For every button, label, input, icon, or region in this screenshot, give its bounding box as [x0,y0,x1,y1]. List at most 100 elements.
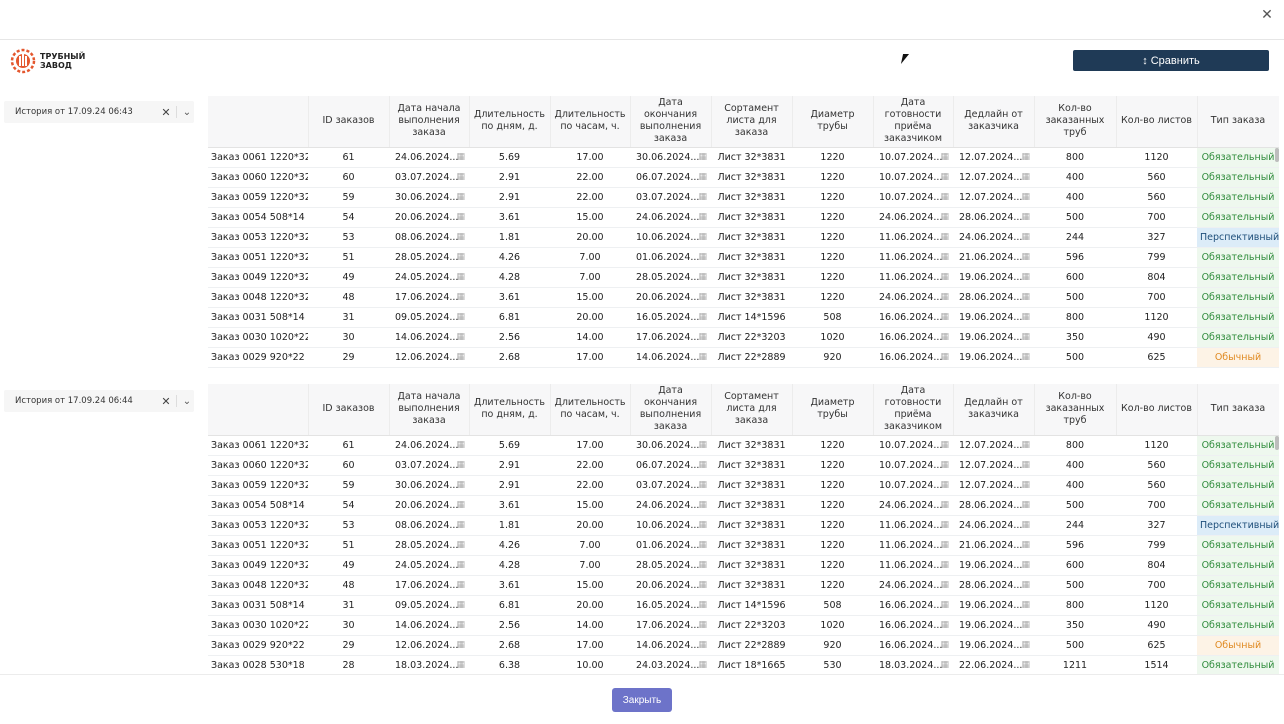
calendar-icon[interactable]: ▦ [1021,480,1030,490]
date-cell[interactable]: ▦ 14.06.2024... [389,327,469,348]
date-cell[interactable]: ▦ 24.06.2024... [873,495,953,516]
date-cell[interactable]: ▦ 12.07.2024... [953,475,1034,496]
column-header[interactable]: Дата окончания выполнения заказа [630,384,712,436]
column-header[interactable]: Дедлайн от заказчика [953,384,1035,436]
calendar-icon[interactable]: ▦ [698,172,707,182]
date-cell[interactable]: ▦ 16.05.2024... [630,307,711,328]
date-cell[interactable]: ▦ 12.06.2024... [389,635,469,656]
date-cell[interactable]: ▦ 03.07.2024... [630,475,711,496]
compare-button[interactable]: ↕ Сравнить [1073,50,1269,71]
table-row[interactable]: Заказ 0029 920*22 29 ▦ 12.06.2024... 2.68 17.… [208,347,1279,368]
date-cell[interactable]: ▦ 12.07.2024... [953,187,1034,208]
date-cell[interactable]: ▦ 10.07.2024... [873,455,953,476]
table-row[interactable]: Заказ 0031 508*14 31 ▦ 09.05.2024... 6.81 20.… [208,307,1279,328]
date-cell[interactable]: ▦ 10.07.2024... [873,475,953,496]
date-cell[interactable]: ▦ 03.07.2024... [389,167,469,188]
column-header[interactable]: Длительность по дням, д. [469,384,551,436]
calendar-icon[interactable]: ▦ [1021,540,1030,550]
table-row[interactable]: Заказ 0054 508*14 54 ▦ 20.06.2024... 3.61 15.… [208,207,1279,228]
date-cell[interactable]: ▦ 20.06.2024... [389,207,469,228]
history-select-1[interactable]: История от 17.09.24 06:43 ✕ ⌄ [4,101,194,123]
column-header[interactable]: Кол-во заказанных труб [1034,96,1117,148]
calendar-icon[interactable]: ▦ [698,520,707,530]
calendar-icon[interactable]: ▦ [698,332,707,342]
date-cell[interactable]: ▦ 03.07.2024... [389,455,469,476]
date-cell[interactable]: ▦ 11.06.2024... [873,227,953,248]
table-row[interactable]: Заказ 0053 1220*32 53 ▦ 08.06.2024... 1.81 20… [208,227,1279,248]
date-cell[interactable]: ▦ 11.06.2024... [873,535,953,556]
table-row[interactable]: Заказ 0059 1220*32 59 ▦ 30.06.2024... 2.91 22… [208,187,1279,208]
calendar-icon[interactable]: ▦ [1021,620,1030,630]
date-cell[interactable]: ▦ 17.06.2024... [630,327,711,348]
date-cell[interactable]: ▦ 24.05.2024... [389,267,469,288]
calendar-icon[interactable]: ▦ [1021,192,1030,202]
table-row[interactable]: Заказ 0054 508*14 54 ▦ 20.06.2024... 3.61 15.… [208,495,1279,516]
date-cell[interactable]: ▦ 28.05.2024... [389,247,469,268]
date-cell[interactable]: ▦ 24.05.2024... [389,555,469,576]
date-cell[interactable]: ▦ 16.06.2024... [873,635,953,656]
date-cell[interactable]: ▦ 28.06.2024... [953,207,1034,228]
calendar-icon[interactable]: ▦ [698,560,707,570]
calendar-icon[interactable]: ▦ [1021,660,1030,670]
date-cell[interactable]: ▦ 24.06.2024... [953,227,1034,248]
close-button[interactable]: Закрыть [612,688,672,712]
calendar-icon[interactable]: ▦ [698,312,707,322]
date-cell[interactable]: ▦ 20.06.2024... [630,575,711,596]
column-header[interactable]: Кол-во листов [1116,96,1198,148]
date-cell[interactable]: ▦ 20.06.2024... [630,287,711,308]
date-cell[interactable]: ▦ 28.06.2024... [953,495,1034,516]
column-header[interactable]: Тип заказа [1197,96,1279,148]
date-cell[interactable]: ▦ 30.06.2024... [389,475,469,496]
date-cell[interactable]: ▦ 16.06.2024... [873,615,953,636]
date-cell[interactable]: ▦ 10.06.2024... [630,515,711,536]
date-cell[interactable]: ▦ 10.07.2024... [873,147,953,168]
calendar-icon[interactable]: ▦ [1021,212,1030,222]
date-cell[interactable]: ▦ 11.06.2024... [873,247,953,268]
calendar-icon[interactable]: ▦ [698,500,707,510]
calendar-icon[interactable]: ▦ [698,620,707,630]
date-cell[interactable]: ▦ 16.05.2024... [630,595,711,616]
scrollbar[interactable] [1275,436,1279,450]
date-cell[interactable]: ▦ 24.06.2024... [630,495,711,516]
table-row[interactable]: Заказ 0060 1220*32 60 ▦ 03.07.2024... 2.91 22… [208,167,1279,188]
table-row[interactable]: Заказ 0049 1220*32 49 ▦ 24.05.2024... 4.28 7.… [208,267,1279,288]
date-cell[interactable]: ▦ 14.06.2024... [389,615,469,636]
history-select-2[interactable]: История от 17.09.24 06:44 ✕ ⌄ [4,390,194,412]
date-cell[interactable]: ▦ 12.07.2024... [953,455,1034,476]
column-header[interactable] [208,384,309,436]
date-cell[interactable]: ▦ 16.06.2024... [873,307,953,328]
date-cell[interactable]: ▦ 11.06.2024... [873,515,953,536]
calendar-icon[interactable]: ▦ [698,212,707,222]
calendar-icon[interactable]: ▦ [1021,600,1030,610]
column-header[interactable]: Кол-во листов [1116,384,1198,436]
date-cell[interactable]: ▦ 06.07.2024... [630,455,711,476]
date-cell[interactable]: ▦ 24.06.2024... [953,515,1034,536]
date-cell[interactable]: ▦ 20.06.2024... [389,495,469,516]
date-cell[interactable]: ▦ 10.06.2024... [630,227,711,248]
date-cell[interactable]: ▦ 10.07.2024... [873,187,953,208]
date-cell[interactable]: ▦ 09.05.2024... [389,595,469,616]
calendar-icon[interactable]: ▦ [698,292,707,302]
column-header[interactable]: Дата готовности приёма заказчиком [873,96,954,148]
table-row[interactable]: Заказ 0051 1220*32 51 ▦ 28.05.2024... 4.26 7.… [208,535,1279,556]
column-header[interactable]: ID заказов [308,96,390,148]
calendar-icon[interactable]: ▦ [698,580,707,590]
column-header[interactable]: Дедлайн от заказчика [953,96,1035,148]
date-cell[interactable]: ▦ 01.06.2024... [630,247,711,268]
table-row[interactable]: Заказ 0060 1220*32 60 ▦ 03.07.2024... 2.91 22… [208,455,1279,476]
calendar-icon[interactable]: ▦ [1021,332,1030,342]
date-cell[interactable]: ▦ 12.07.2024... [953,147,1034,168]
date-cell[interactable]: ▦ 17.06.2024... [389,287,469,308]
date-cell[interactable]: ▦ 30.06.2024... [389,187,469,208]
table-row[interactable]: Заказ 0061 1220*32 61 ▦ 24.06.2024... 5.69 17… [208,147,1279,168]
date-cell[interactable]: ▦ 17.06.2024... [630,615,711,636]
date-cell[interactable]: ▦ 14.06.2024... [630,347,711,368]
date-cell[interactable]: ▦ 12.06.2024... [389,347,469,368]
date-cell[interactable]: ▦ 16.06.2024... [873,347,953,368]
calendar-icon[interactable]: ▦ [698,252,707,262]
date-cell[interactable]: ▦ 19.06.2024... [953,555,1034,576]
calendar-icon[interactable]: ▦ [698,480,707,490]
calendar-icon[interactable]: ▦ [1021,272,1030,282]
calendar-icon[interactable]: ▦ [1021,312,1030,322]
date-cell[interactable]: ▦ 24.06.2024... [630,207,711,228]
